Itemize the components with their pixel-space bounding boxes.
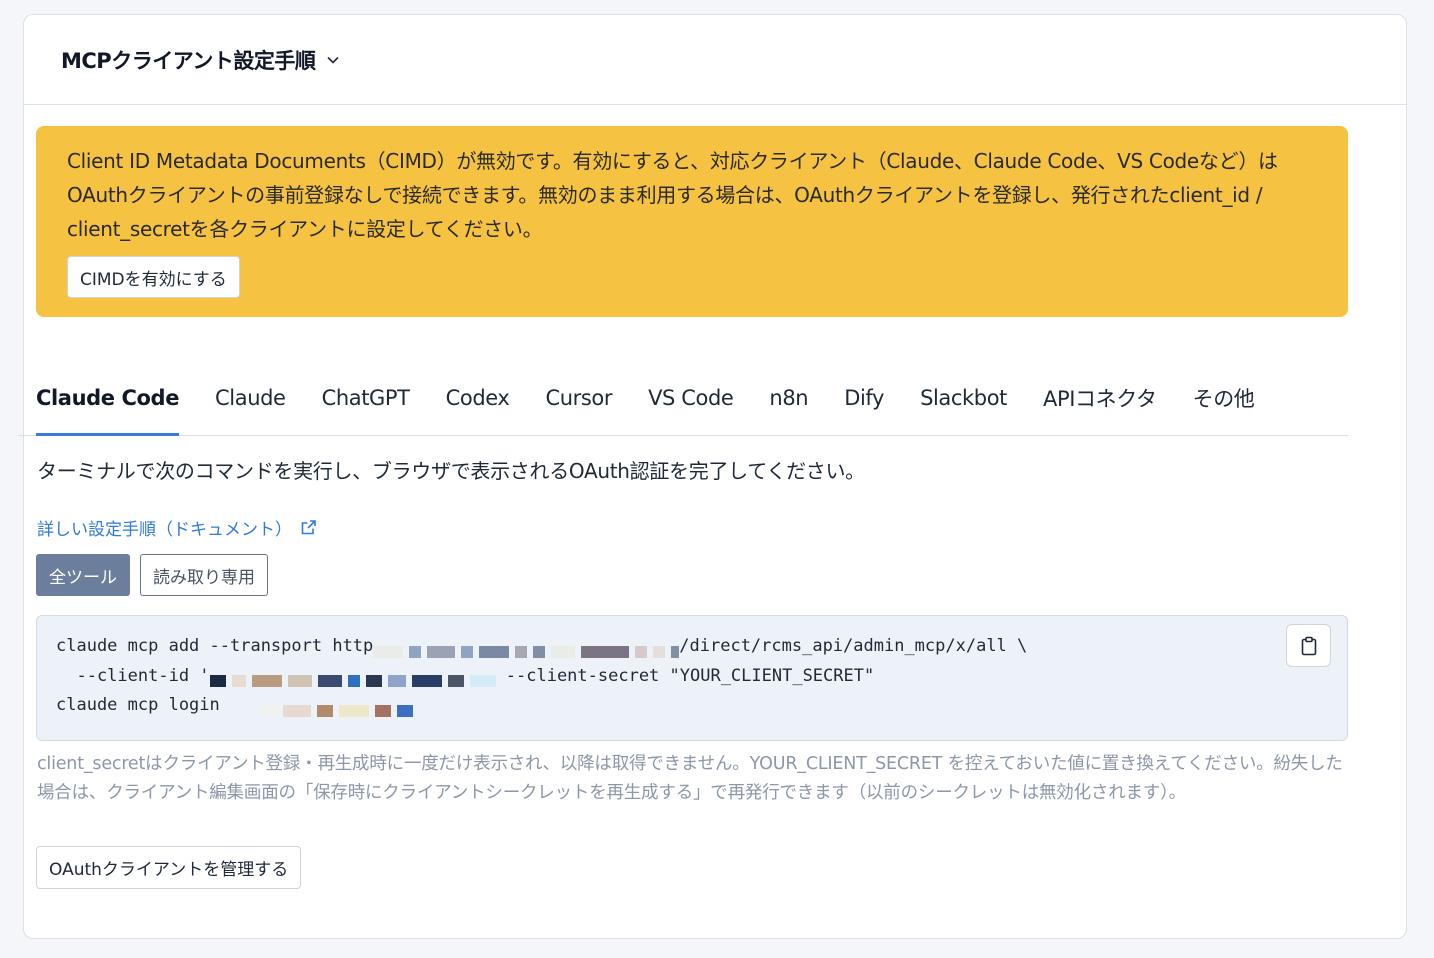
enable-cimd-button[interactable]: CIMDを有効にする — [67, 256, 240, 298]
command-text: claude mcp add --transport http/direct/r… — [56, 636, 1028, 717]
tab-other[interactable]: その他 — [1175, 360, 1273, 435]
tool-scope-toggle: 全ツール 読み取り専用 — [36, 554, 268, 596]
redacted-url — [373, 638, 680, 658]
documentation-link-label: 詳しい設定手順（ドキュメント） — [37, 520, 292, 540]
tab-cursor[interactable]: Cursor — [527, 360, 630, 435]
client-tabs: Claude Code Claude ChatGPT Codex Cursor … — [18, 360, 1348, 436]
tab-claude-code[interactable]: Claude Code — [18, 360, 197, 436]
external-link-icon — [301, 520, 316, 535]
tab-dify[interactable]: Dify — [826, 360, 902, 435]
documentation-link[interactable]: 詳しい設定手順（ドキュメント） — [37, 515, 317, 540]
alert-message: Client ID Metadata Documents（CIMD）が無効です。… — [67, 149, 1278, 241]
tab-chatgpt[interactable]: ChatGPT — [304, 360, 428, 435]
command-code-block: claude mcp add --transport http/direct/r… — [36, 615, 1348, 741]
read-only-option[interactable]: 読み取り専用 — [140, 554, 268, 596]
page-title: MCPクライアント設定手順 — [61, 48, 316, 73]
tab-n8n[interactable]: n8n — [751, 360, 826, 435]
instruction-text: ターミナルで次のコマンドを実行し、ブラウザで表示されるOAuth認証を完了してく… — [37, 459, 865, 483]
cimd-warning-alert: Client ID Metadata Documents（CIMD）が無効です。… — [36, 126, 1348, 317]
tab-slackbot[interactable]: Slackbot — [902, 360, 1025, 435]
tab-codex[interactable]: Codex — [428, 360, 528, 435]
all-tools-option[interactable]: 全ツール — [36, 554, 130, 596]
card-header[interactable]: MCPクライアント設定手順 — [24, 15, 1406, 105]
tab-vscode[interactable]: VS Code — [630, 360, 751, 435]
tab-claude[interactable]: Claude — [197, 360, 304, 435]
clipboard-icon — [1301, 636, 1316, 655]
manage-oauth-clients-button[interactable]: OAuthクライアントを管理する — [36, 846, 302, 889]
tab-api-connector[interactable]: APIコネクタ — [1025, 360, 1175, 435]
client-secret-note: client_secretはクライアント登録・再生成時に一度だけ表示され、以降は… — [37, 754, 1343, 803]
chevron-down-icon[interactable] — [327, 53, 341, 67]
copy-button[interactable] — [1286, 624, 1331, 667]
redacted-server-name — [260, 697, 413, 717]
redacted-client-id — [209, 667, 496, 687]
